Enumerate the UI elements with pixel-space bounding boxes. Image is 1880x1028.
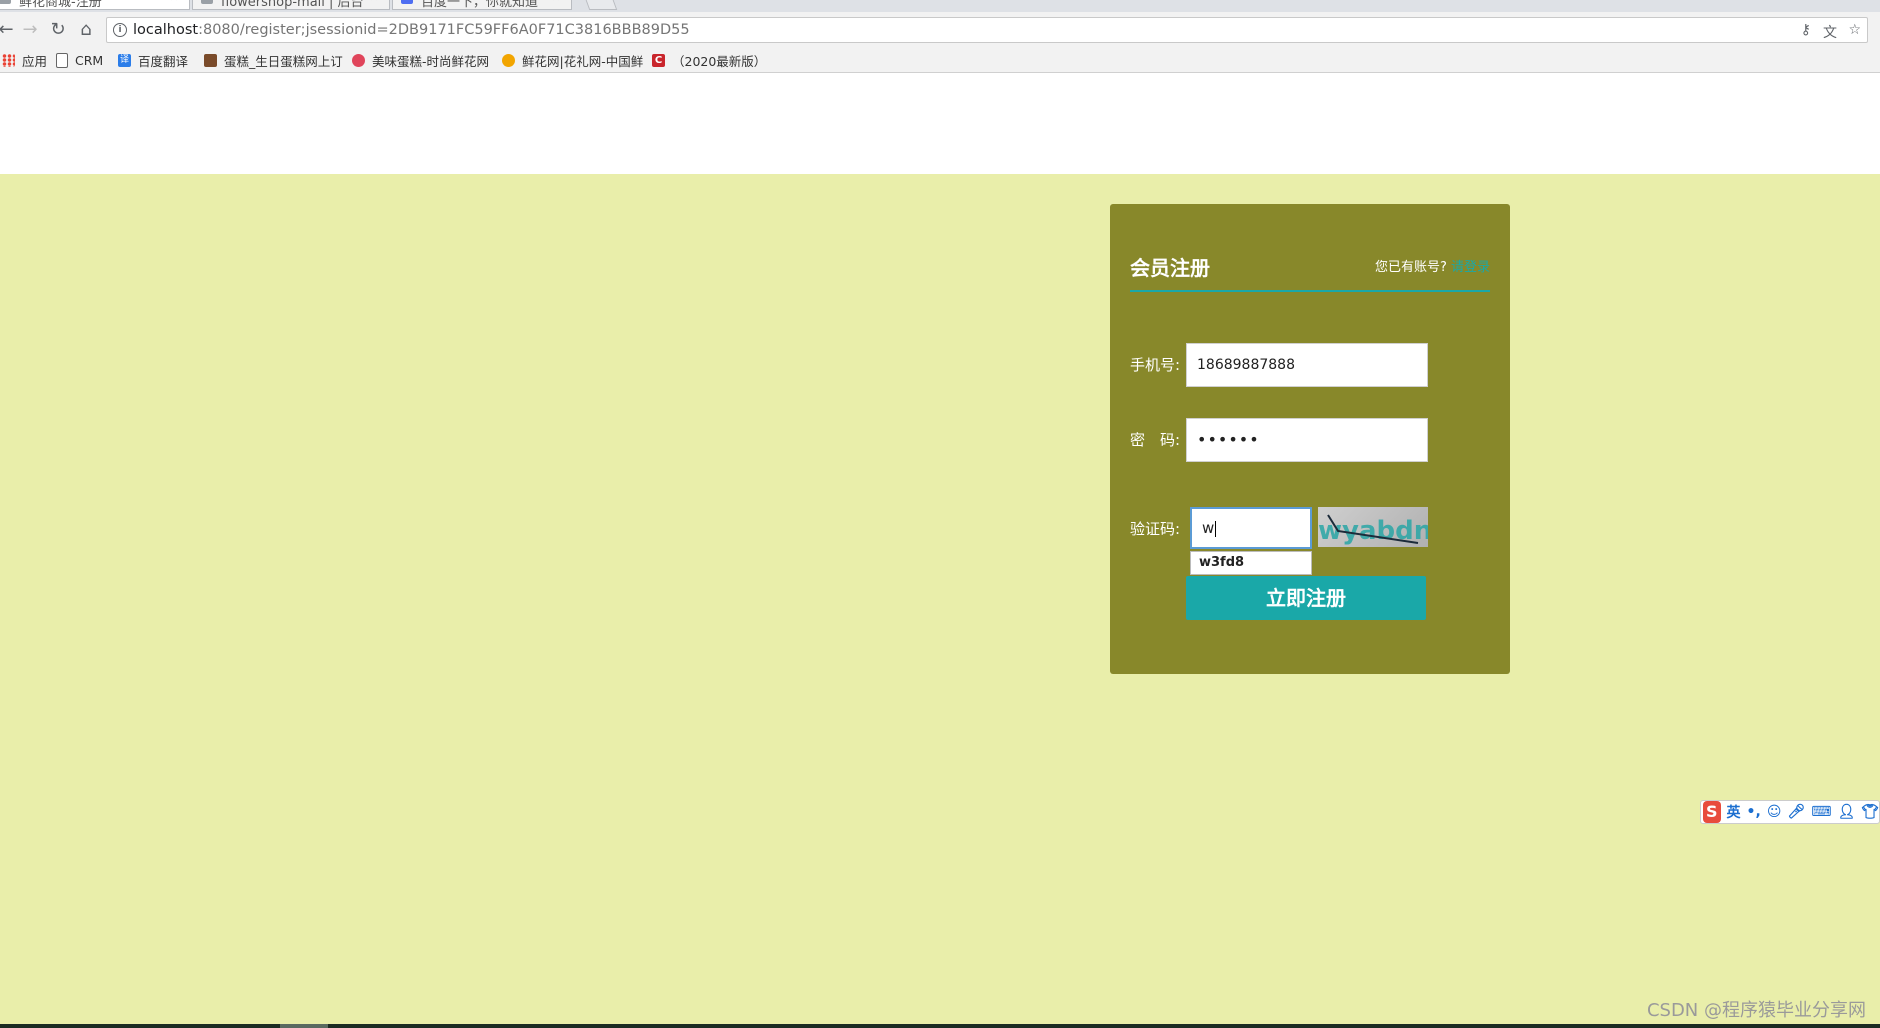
password-input[interactable]: ••••••	[1186, 418, 1428, 462]
tab-strip: 鲜花商城-注册 ✕ flowershop-mall | 后台 ✕ 百度一下，你就…	[0, 0, 1880, 12]
cake-icon	[204, 53, 217, 67]
close-tab-icon[interactable]: ✕	[551, 0, 561, 4]
reload-icon[interactable]: ↻	[46, 18, 70, 42]
autocomplete-suggestion[interactable]: w3fd8	[1190, 551, 1312, 575]
title-divider	[1130, 290, 1490, 292]
new-tab-button[interactable]	[582, 0, 618, 10]
key-icon[interactable]: ⚷	[1801, 22, 1811, 38]
browser-toolbar: ← → ↻ ⌂ i localhost:8080/register;jsessi…	[0, 12, 1880, 48]
password-label: 密 码:	[1130, 431, 1181, 449]
emoji-icon[interactable]: ☺	[1767, 804, 1782, 820]
bookmark-apps[interactable]: 应用	[2, 51, 47, 69]
microphone-icon[interactable]: 🎤︎	[1787, 804, 1805, 820]
login-link[interactable]: 请登录	[1451, 260, 1490, 275]
bookmark-cake[interactable]: 蛋糕_生日蛋糕网上订	[204, 51, 343, 69]
phone-input[interactable]: 18689887888	[1186, 343, 1428, 387]
flower-red-icon	[352, 53, 365, 67]
bookmark-tasty-cake[interactable]: 美味蛋糕-时尚鲜花网	[352, 51, 489, 69]
taskbar-strip	[0, 1024, 1880, 1028]
skin-icon[interactable]: 👕︎	[1861, 804, 1879, 820]
sogou-logo-icon[interactable]: S	[1703, 801, 1721, 823]
address-bar[interactable]: i localhost:8080/register;jsessionid=2DB…	[106, 17, 1868, 43]
bookmark-2020[interactable]: C （2020最新版）	[652, 51, 766, 69]
flower-yellow-icon	[502, 53, 515, 67]
page-background	[0, 174, 1880, 1024]
bookmark-baidu-translate[interactable]: 译百度翻译	[118, 51, 188, 69]
url-text[interactable]: localhost:8080/register;jsessionid=2DB91…	[133, 22, 690, 38]
has-account-text: 您已有账号? 请登录	[1374, 260, 1490, 275]
phone-label: 手机号:	[1130, 356, 1181, 374]
register-submit-button[interactable]: 立即注册	[1186, 576, 1426, 620]
page-icon	[56, 52, 68, 68]
page-favicon-icon	[201, 0, 213, 4]
register-panel: 会员注册 您已有账号? 请登录 手机号: 18689887888 密 码: ••…	[1110, 204, 1510, 674]
ime-toolbar: S 英 •, ☺ 🎤︎ ⌨ 👤︎ 👕︎	[1700, 800, 1880, 824]
translate-icon: 译	[118, 53, 131, 67]
keyboard-icon[interactable]: ⌨	[1811, 804, 1831, 820]
site-info-icon[interactable]: i	[113, 23, 127, 37]
forward-icon[interactable]: →	[18, 18, 42, 42]
translate-page-icon[interactable]: 文	[1823, 22, 1837, 42]
tab-admin[interactable]: flowershop-mall | 后台 ✕	[192, 0, 390, 10]
home-icon[interactable]: ⌂	[74, 18, 98, 42]
apps-icon	[2, 53, 15, 67]
tab-baidu[interactable]: 百度一下，你就知道 ✕	[392, 0, 572, 10]
close-tab-icon[interactable]: ✕	[369, 0, 379, 4]
captcha-image[interactable]: wyabdn	[1318, 507, 1428, 547]
bookmark-star-icon[interactable]: ☆	[1848, 22, 1861, 38]
c-logo-icon: C	[652, 53, 665, 67]
user-icon[interactable]: 👤︎	[1837, 804, 1855, 820]
bookmark-crm[interactable]: CRM	[56, 51, 103, 69]
page-title: 会员注册	[1130, 256, 1210, 280]
page-header-area	[0, 74, 1880, 174]
bookmarks-bar: 应用 CRM 译百度翻译 蛋糕_生日蛋糕网上订 美味蛋糕-时尚鲜花网 鲜花网|花…	[0, 48, 1880, 73]
close-tab-icon[interactable]: ✕	[169, 0, 179, 4]
captcha-label: 验证码:	[1130, 520, 1181, 538]
watermark-text: CSDN @程序猿毕业分享网	[1646, 1000, 1866, 1021]
baidu-favicon-icon	[401, 0, 413, 4]
bookmark-flower-net[interactable]: 鲜花网|花礼网-中国鲜	[502, 51, 643, 69]
back-icon[interactable]: ←	[0, 18, 18, 42]
page-favicon-icon	[0, 0, 11, 4]
captcha-input[interactable]: w	[1190, 507, 1312, 549]
ime-mode-toggle[interactable]: 英	[1727, 802, 1741, 822]
punctuation-icon[interactable]: •,	[1747, 804, 1761, 820]
text-caret	[1215, 520, 1217, 537]
tab-register[interactable]: 鲜花商城-注册 ✕	[0, 0, 190, 10]
